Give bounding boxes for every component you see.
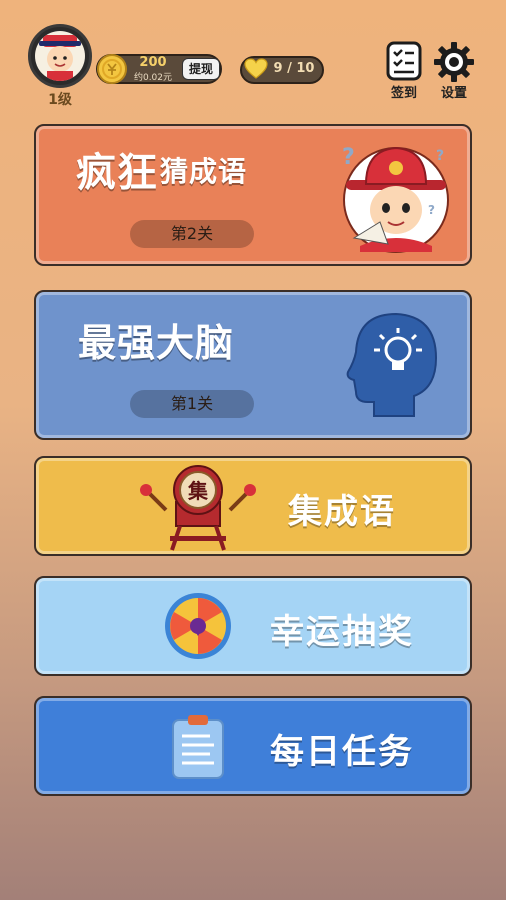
coin-amount: 200: [139, 55, 167, 70]
lives-text: 9 / 10: [273, 61, 315, 76]
brain-mode-title: 最强大脑: [78, 321, 235, 365]
scholar-character-icon: ? ? ?: [332, 134, 456, 258]
heart-icon: [244, 58, 268, 80]
collect-idiom-label: 集成语: [288, 492, 396, 532]
coin-approx-value: 约0.02元: [133, 73, 173, 83]
strongest-brain-mode-card[interactable]: 最强大脑 第1关: [34, 290, 472, 440]
daily-tasks-card[interactable]: 每日任务: [34, 696, 472, 796]
clipboard-icon: [170, 714, 226, 780]
crazy-mode-title-sub: 猜成语: [160, 155, 248, 188]
checkin-label[interactable]: 签到: [380, 82, 428, 101]
svg-text:?: ?: [428, 203, 435, 217]
gear-icon[interactable]: [432, 40, 476, 84]
drum-character: 集: [188, 479, 208, 503]
svg-text:?: ?: [342, 145, 355, 170]
crazy-mode-stage: 第2关: [130, 220, 254, 248]
crazy-idiom-mode-card[interactable]: 疯狂 猜成语 第2关 ? ? ?: [34, 124, 472, 266]
avatar[interactable]: [28, 24, 92, 88]
brain-mode-stage: 第1关: [130, 390, 254, 418]
checkin-icon[interactable]: [384, 40, 424, 82]
withdraw-button[interactable]: 提现: [182, 58, 220, 80]
brain-lightbulb-icon: [344, 308, 440, 420]
crazy-mode-title-main: 疯狂: [76, 150, 158, 196]
user-level: 1级: [48, 92, 72, 108]
svg-text:?: ?: [436, 148, 444, 164]
collect-idiom-card[interactable]: 集 集成语: [34, 456, 472, 556]
prize-wheel-icon: [162, 590, 234, 662]
lucky-draw-label: 幸运抽奖: [270, 612, 414, 652]
daily-tasks-label: 每日任务: [270, 732, 414, 772]
settings-label[interactable]: 设置: [430, 82, 478, 101]
lucky-draw-card[interactable]: 幸运抽奖: [34, 576, 472, 676]
avatar-character-icon: [35, 31, 85, 81]
